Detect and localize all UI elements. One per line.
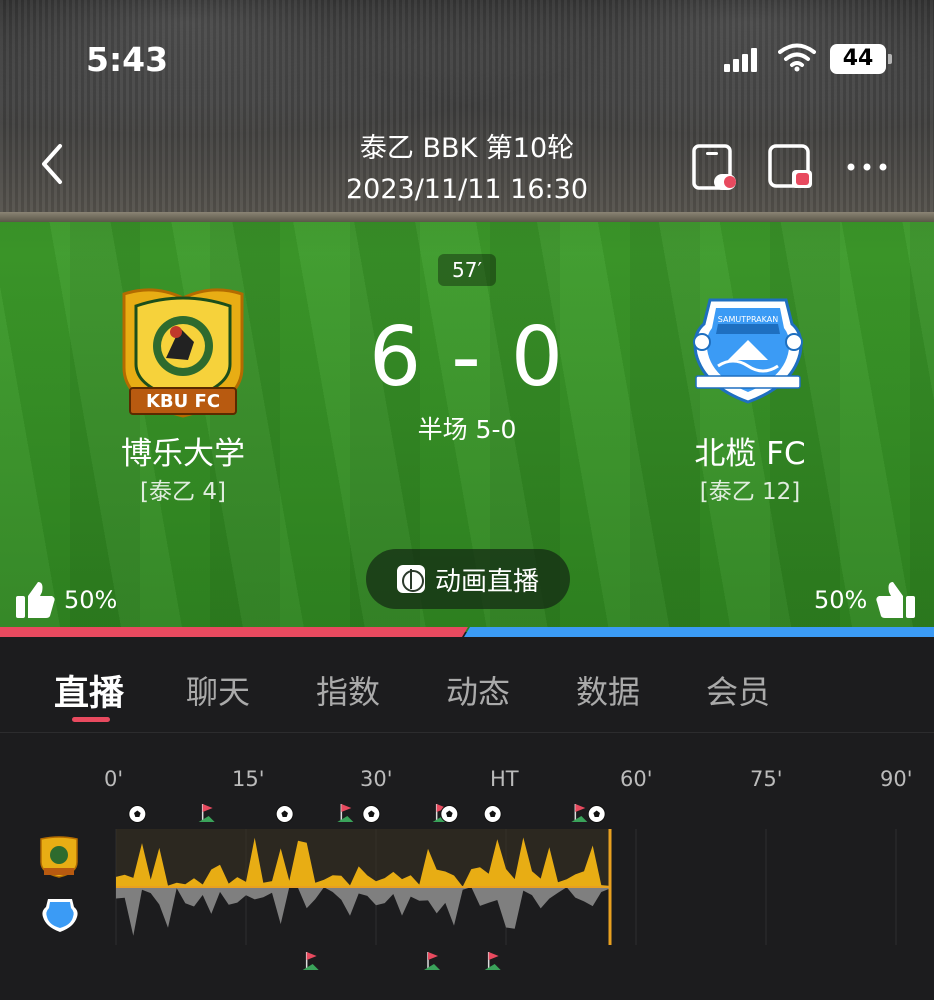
status-clock: 5:43 [86,40,169,79]
goal-icon [362,805,381,823]
tab-bar: 直播 聊天 指数 动态 数据 会员 [0,637,934,733]
corner-flag-icon [337,804,354,822]
tab-live[interactable]: 直播 [54,665,124,716]
support-split-bar [0,627,934,637]
tab-member[interactable]: 会员 [706,667,770,713]
float-window-icon[interactable] [690,142,740,192]
corner-flag-icon [302,952,319,970]
tab-events[interactable]: 动态 [446,667,510,713]
match-minute-badge: 57′ [438,254,496,286]
home-like-pct: 50% [64,586,118,614]
tab-stats[interactable]: 数据 [576,667,640,713]
cellular-signal-icon [724,48,758,72]
corner-flag-icon [198,804,215,822]
battery-indicator: 44 [830,44,892,74]
away-logo-text: SAMUTPRAKAN [718,315,778,324]
animation-live-label: 动画直播 [434,566,539,597]
away-like-button[interactable]: 50% [814,580,917,620]
animation-icon [396,565,425,593]
tab-odds[interactable]: 指数 [316,667,380,713]
thumbs-up-icon [876,582,916,618]
away-team-logo[interactable]: SAMUTPRAKAN [688,294,808,406]
corner-flag-icon [571,804,588,822]
home-team-name[interactable]: 博乐大学 [33,428,333,473]
home-team-rank: [泰乙 4] [140,479,226,505]
corner-flag-icon [484,952,501,970]
corner-flag-icon [424,952,440,970]
home-like-button[interactable]: 50% [14,580,117,620]
wifi-icon [778,43,816,72]
home-team-logo[interactable]: KBU FC [114,284,252,420]
goal-icon [587,805,606,823]
momentum-chart [115,804,897,970]
goal-icon [275,805,294,823]
active-tab-indicator [72,717,110,722]
home-logo-text: KBU FC [146,391,220,412]
picture-in-picture-icon[interactable] [766,142,816,192]
thumbs-up-icon [16,582,55,618]
away-momentum-area [116,887,610,936]
status-bar: 5:43 44 [0,0,934,110]
goal-icon [128,805,147,823]
more-options-icon[interactable] [844,142,894,192]
away-team-rank: [泰乙 12] [699,479,801,505]
goal-icon [483,805,502,823]
match-momentum-timeline: 0' 15' 30' HT 60' 75' 90' [0,733,934,1000]
away-team-name[interactable]: 北榄 FC [600,428,900,473]
tab-chat[interactable]: 聊天 [186,667,250,713]
away-like-pct: 50% [814,586,868,614]
match-header: 5:43 44 泰乙 BBK 第10轮 2023/11/11 16:30 57′… [0,0,934,632]
animation-live-button[interactable]: 动画直播 [366,549,570,609]
goal-icon [440,805,459,823]
